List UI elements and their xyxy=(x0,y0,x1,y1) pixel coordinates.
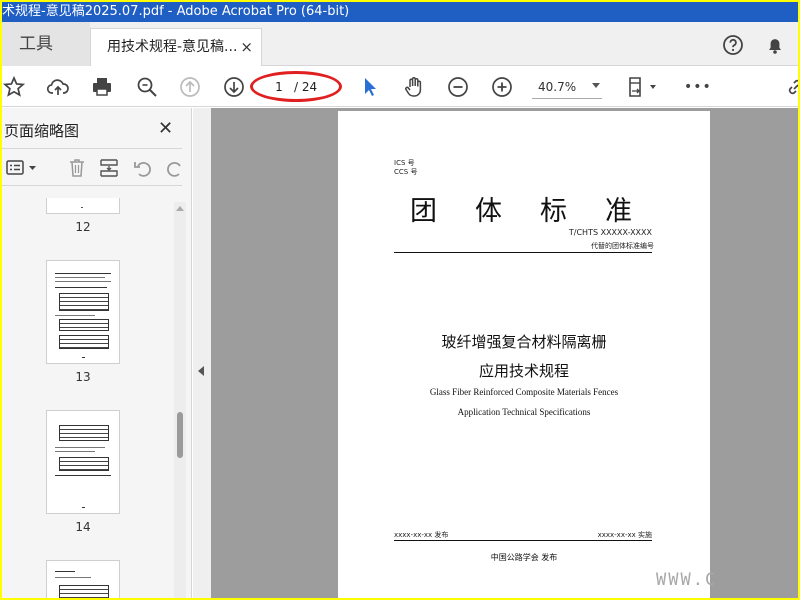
standard-code: T/CHTS XXXXX-XXXX xyxy=(568,228,652,237)
options-menu-icon[interactable] xyxy=(6,157,40,179)
main-toolbar: 1 / 24 40.7% ••• xyxy=(2,67,798,107)
watermark-text: WWW.C xyxy=(656,570,718,590)
page-thumbnail[interactable] xyxy=(46,410,120,514)
page-thumbnail-label: 13 xyxy=(75,370,91,384)
page-thumbnail-label: 12 xyxy=(75,220,91,234)
tab-bar: 工具 用技术规程-意见稿... × xyxy=(2,22,798,66)
panel-title: 页面缩略图 xyxy=(4,122,80,140)
publish-date: xxxx-xx-xx 发布 xyxy=(394,531,449,539)
publisher: 中国公路学会 发布 xyxy=(490,553,558,562)
help-icon[interactable] xyxy=(722,34,744,56)
divider-bottom xyxy=(394,540,652,541)
english-title-line-1: Glass Fiber Reinforced Composite Materia… xyxy=(429,387,619,397)
star-icon[interactable] xyxy=(2,75,26,99)
zoom-out-icon[interactable] xyxy=(446,75,470,99)
rotate-counterclockwise-icon[interactable] xyxy=(132,157,154,179)
english-title-line-2: Application Technical Specifications xyxy=(457,407,591,417)
ics-number: ICS 号 xyxy=(394,159,415,167)
page-thumbnail[interactable] xyxy=(46,198,120,214)
select-pointer-icon[interactable] xyxy=(358,75,382,99)
document-view[interactable]: ICS 号 CCS 号 团体标准 T/CHTS XXXXX-XXXX 代替的团体… xyxy=(211,108,798,598)
chinese-title-line-2: 应用技术规程 xyxy=(478,362,569,380)
cloud-upload-icon[interactable] xyxy=(46,75,70,99)
chevron-down-icon[interactable] xyxy=(592,83,600,88)
hand-tool-icon[interactable] xyxy=(402,75,426,99)
page-thumbnail[interactable] xyxy=(46,560,120,598)
previous-page-icon[interactable] xyxy=(178,75,202,99)
tab-document-label: 用技术规程-意见稿... xyxy=(107,39,238,55)
page-thumbnail[interactable] xyxy=(46,260,120,364)
thumbnail-panel: 页面缩略图 ✕ 12 13 14 xyxy=(2,108,192,598)
tab-tools-label: 工具 xyxy=(19,34,53,54)
bell-icon[interactable] xyxy=(764,34,786,56)
panel-collapse-strip[interactable] xyxy=(193,108,211,598)
print-icon[interactable] xyxy=(90,75,114,99)
thumbnail-list: 12 13 14 xyxy=(2,198,174,598)
page-fit-icon[interactable] xyxy=(626,75,660,99)
scrollbar-thumb[interactable] xyxy=(177,412,183,458)
next-page-icon[interactable] xyxy=(222,75,246,99)
divider-top xyxy=(394,252,652,253)
panel-close-button[interactable]: ✕ xyxy=(158,118,173,139)
title-bar: 术规程-意见稿2025.07.pdf - Adobe Acrobat Pro (… xyxy=(2,2,798,22)
rotate-clockwise-icon[interactable] xyxy=(164,157,186,179)
thumbnail-scrollbar[interactable] xyxy=(174,202,186,598)
ccs-number: CCS 号 xyxy=(394,168,418,176)
thumbnail-toolbar xyxy=(2,148,182,186)
zoom-level-value: 40.7% xyxy=(538,80,577,94)
search-zoom-icon[interactable] xyxy=(135,75,159,99)
zoom-in-icon[interactable] xyxy=(490,75,514,99)
collapse-panel-arrow-icon[interactable] xyxy=(198,366,204,376)
link-icon[interactable] xyxy=(784,75,798,99)
replace-note: 代替的团体标准编号 xyxy=(591,242,654,250)
document-page: ICS 号 CCS 号 团体标准 T/CHTS XXXXX-XXXX 代替的团体… xyxy=(338,111,710,598)
more-tools-icon[interactable]: ••• xyxy=(684,75,711,99)
acrobat-window: 术规程-意见稿2025.07.pdf - Adobe Acrobat Pro (… xyxy=(2,2,798,598)
chinese-title-line-1: 玻纤增强复合材料隔离栅 xyxy=(441,333,607,351)
trash-icon[interactable] xyxy=(66,157,88,179)
tab-close-button[interactable]: × xyxy=(240,29,253,65)
standard-title: 团体标准 xyxy=(410,196,670,227)
insert-page-icon[interactable] xyxy=(98,157,120,179)
window-title: 术规程-意见稿2025.07.pdf - Adobe Acrobat Pro (… xyxy=(2,4,350,19)
highlight-ellipse-annotation xyxy=(250,71,342,102)
page-thumbnail-label: 14 xyxy=(75,520,91,534)
ics-codes: ICS 号 CCS 号 xyxy=(394,159,417,177)
scroll-up-arrow-icon[interactable] xyxy=(176,206,184,211)
tab-document[interactable]: 用技术规程-意见稿... × xyxy=(90,28,262,66)
implement-date: xxxx-xx-xx 实施 xyxy=(597,531,652,539)
tab-tools[interactable]: 工具 xyxy=(2,22,90,66)
